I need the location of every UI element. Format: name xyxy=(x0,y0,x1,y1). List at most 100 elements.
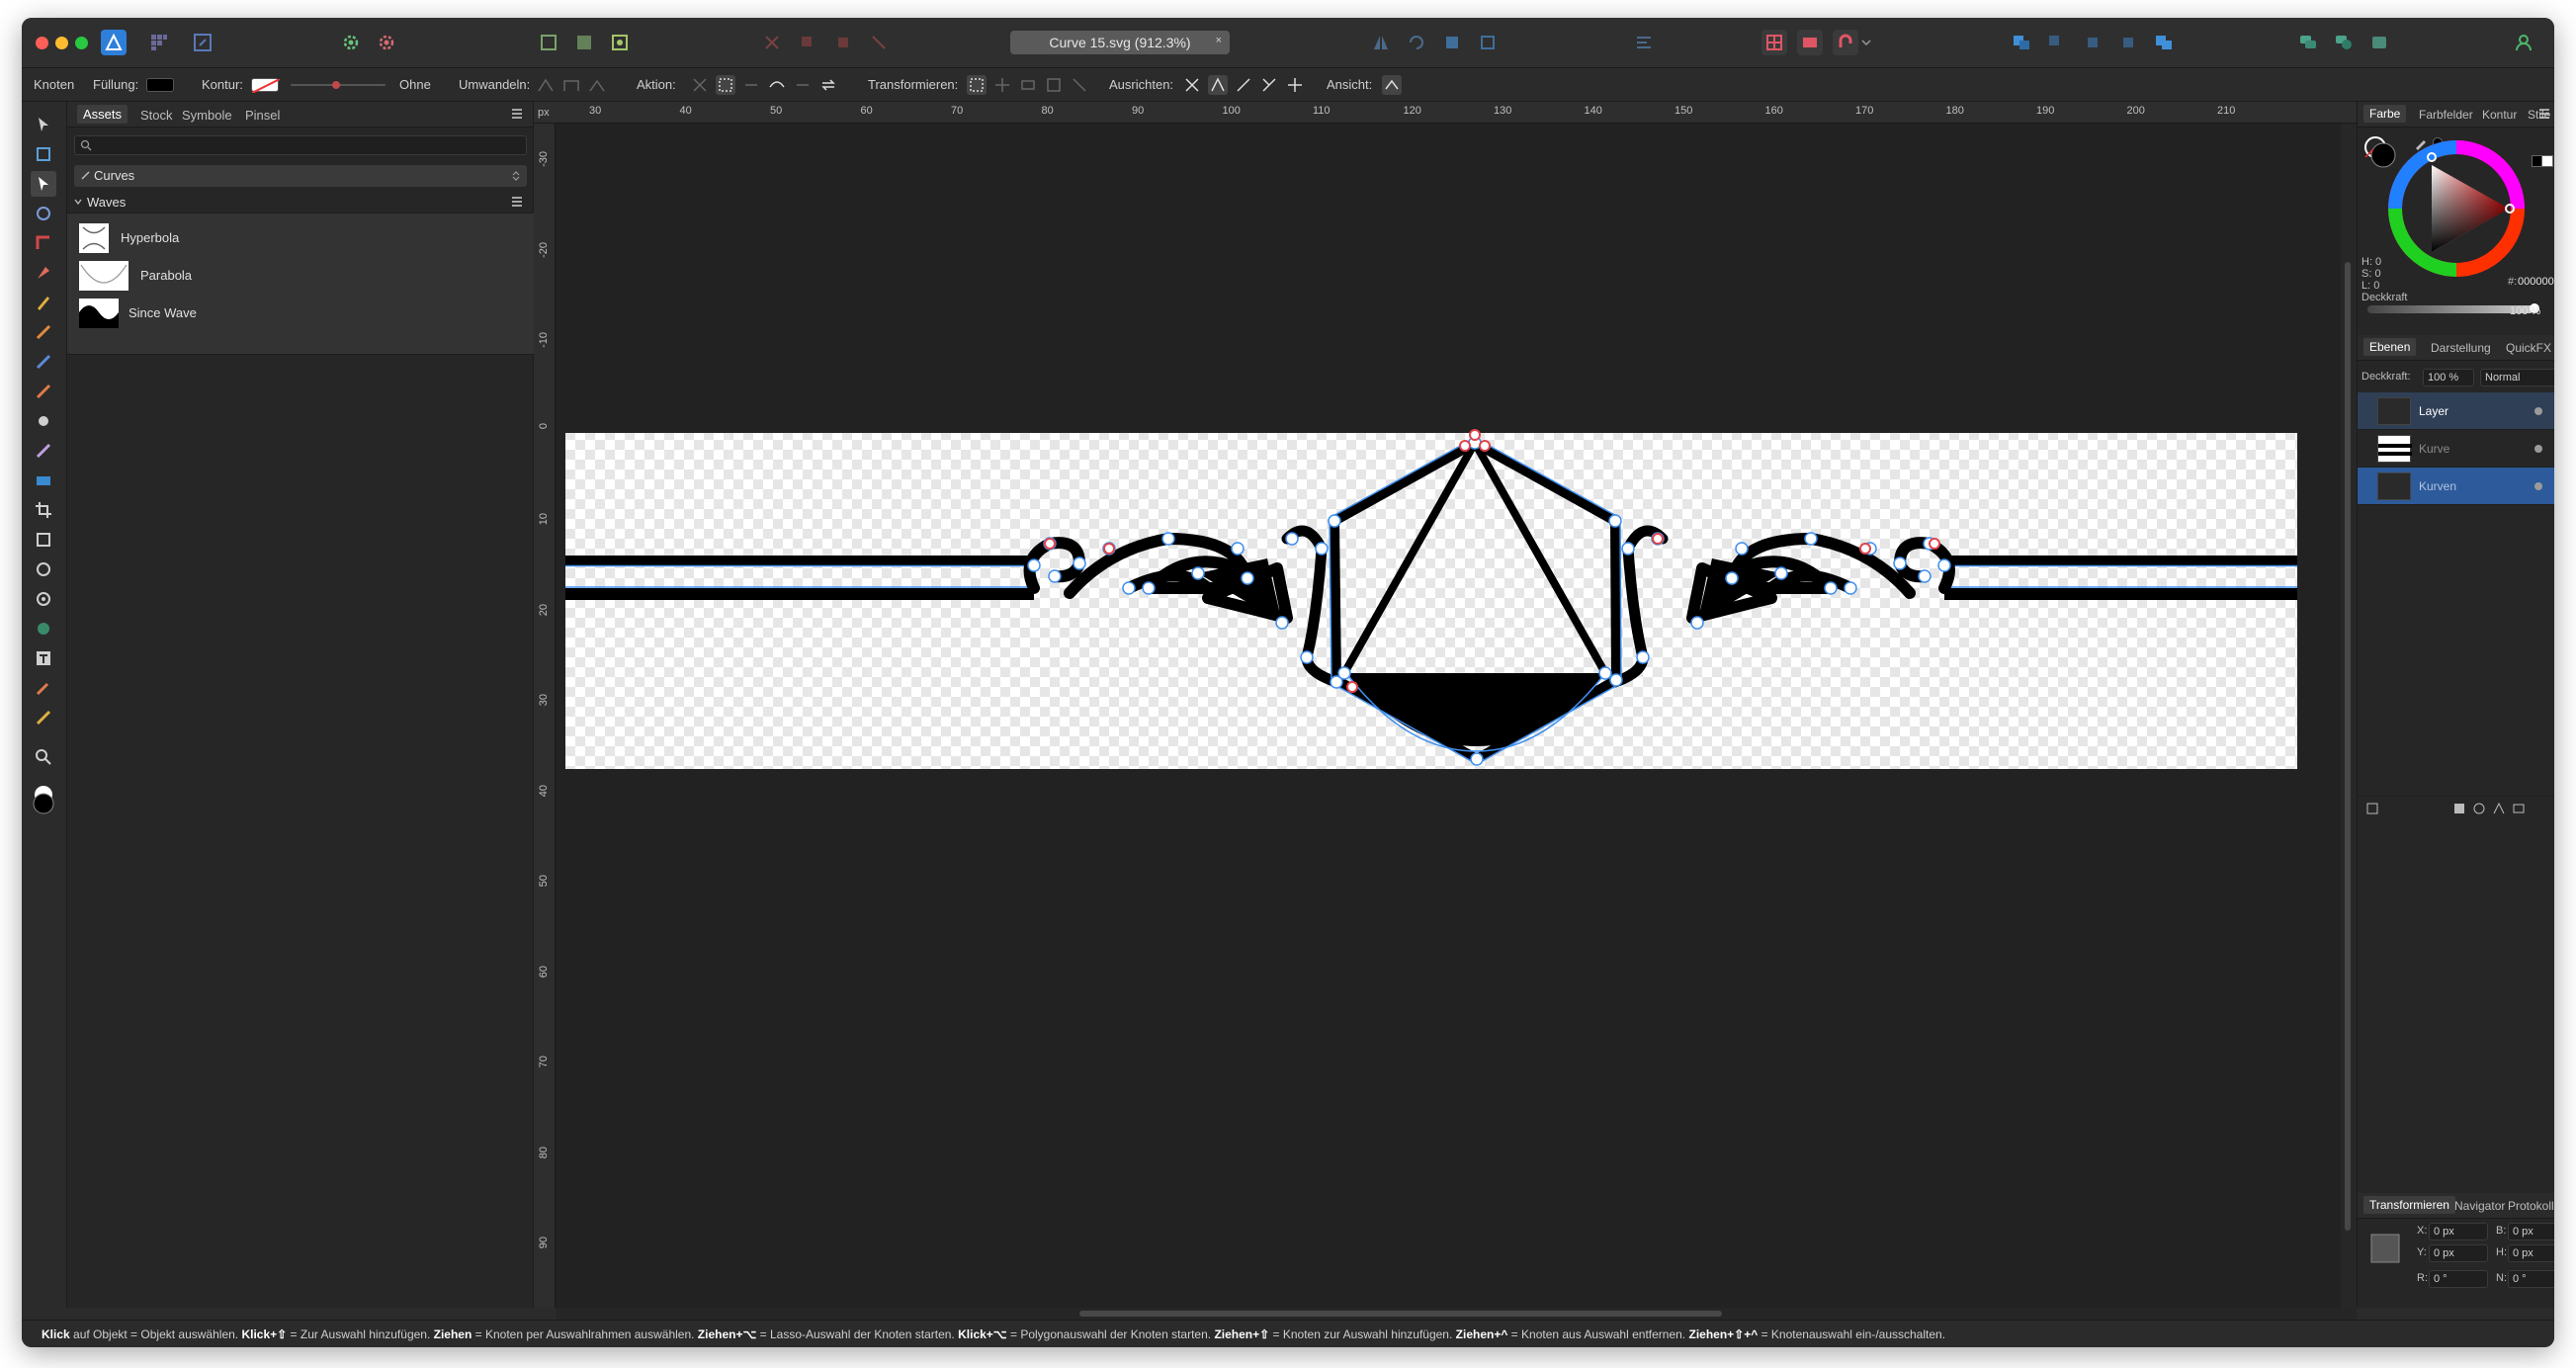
horizontal-scrollbar-thumb[interactable] xyxy=(1079,1311,1722,1317)
designer-persona-icon[interactable] xyxy=(101,30,127,55)
horizontal-scrollbar[interactable] xyxy=(556,1308,2357,1320)
snapping-menu-chevron-icon[interactable] xyxy=(1860,30,1872,55)
paint-brush-tool-icon[interactable] xyxy=(31,379,56,404)
smooth-curve-icon[interactable] xyxy=(741,75,761,95)
tab-quickfx[interactable]: QuickFX xyxy=(2506,341,2551,355)
selected-curve-node[interactable] xyxy=(1479,440,1491,452)
selected-curve-node[interactable] xyxy=(1652,533,1664,545)
assistant-chat-icon[interactable] xyxy=(2295,30,2321,55)
snapping-magnet-icon[interactable] xyxy=(1833,30,1858,55)
curve-node[interactable] xyxy=(1241,571,1254,585)
asset-group-header[interactable]: Waves xyxy=(67,191,533,213)
insert-below-icon[interactable] xyxy=(2080,30,2105,55)
measure-tool-icon[interactable] xyxy=(31,705,56,730)
move-tool-icon[interactable] xyxy=(31,112,56,137)
align-bezier-icon[interactable] xyxy=(1208,75,1228,95)
tab-stock[interactable]: Stock xyxy=(140,108,173,123)
layer-name[interactable]: Kurve xyxy=(2419,442,2449,456)
curve-node[interactable] xyxy=(1231,542,1245,556)
vertical-scrollbar[interactable] xyxy=(2341,124,2357,1308)
fx-preview-icon[interactable] xyxy=(2366,30,2392,55)
curve-node[interactable] xyxy=(1735,542,1749,556)
view-nodes-icon[interactable] xyxy=(1382,75,1402,95)
layer-visibility-toggle[interactable] xyxy=(2534,482,2542,490)
grid-icon[interactable] xyxy=(1761,30,1787,55)
point-transform-tool-icon[interactable] xyxy=(31,201,56,226)
layer-row[interactable]: Kurven xyxy=(2358,468,2554,505)
outline-mode-icon[interactable] xyxy=(571,30,597,55)
color-picker-tool-icon[interactable] xyxy=(31,675,56,701)
opacity-value[interactable]: 100 % xyxy=(2510,305,2540,317)
selected-curve-node[interactable] xyxy=(1859,543,1871,555)
vertical-scrollbar-thumb[interactable] xyxy=(2345,262,2351,1231)
color-panel-menu-icon[interactable] xyxy=(2538,108,2550,120)
convert-smart-icon[interactable] xyxy=(587,75,607,95)
pixel-persona-icon[interactable] xyxy=(146,30,172,55)
layer-visibility-toggle[interactable] xyxy=(2534,407,2542,415)
snapping-gear-icon[interactable] xyxy=(374,30,399,55)
fill-swatch[interactable] xyxy=(146,78,174,92)
selected-curve-node[interactable] xyxy=(1929,538,1940,550)
place-image-tool-icon[interactable] xyxy=(31,468,56,493)
tab-swatches[interactable]: Farbfelder xyxy=(2419,108,2473,122)
transform-origin-icon[interactable] xyxy=(992,75,1012,95)
asset-item-since-wave[interactable]: Since Wave xyxy=(67,295,534,332)
stroke-width-slider-thumb[interactable] xyxy=(332,81,340,89)
minimize-window-button[interactable] xyxy=(55,37,68,49)
transform-snap-icon[interactable] xyxy=(1070,75,1089,95)
insert-inside-icon[interactable] xyxy=(2009,30,2034,55)
fx-icon[interactable] xyxy=(2492,802,2506,815)
align-nodes-icon[interactable] xyxy=(1182,75,1202,95)
close-window-button[interactable] xyxy=(36,37,48,49)
color-wheel[interactable] xyxy=(2387,139,2526,278)
opacity-slider[interactable] xyxy=(2367,305,2533,313)
rotate-left-icon[interactable] xyxy=(1404,30,1429,55)
curve-node[interactable] xyxy=(1073,556,1086,570)
transparency-tool-icon[interactable] xyxy=(31,438,56,464)
selected-curve-node[interactable] xyxy=(1459,440,1471,452)
zoom-tool-icon[interactable] xyxy=(31,744,56,770)
curve-node[interactable] xyxy=(1027,558,1041,572)
group-menu-icon[interactable] xyxy=(511,196,523,208)
convert-sharp-icon[interactable] xyxy=(536,75,556,95)
document-canvas[interactable] xyxy=(556,124,2357,1308)
asset-item-hyperbola[interactable]: Hyperbola xyxy=(67,219,534,257)
crop-tool-icon[interactable] xyxy=(31,497,56,523)
tab-color[interactable]: Farbe xyxy=(2363,105,2407,123)
curve-node[interactable] xyxy=(1300,650,1314,664)
layer-row[interactable]: Layer xyxy=(2358,392,2554,430)
asset-search-input[interactable] xyxy=(74,135,527,155)
arrange-back-icon[interactable] xyxy=(1475,30,1501,55)
insert-above-icon[interactable] xyxy=(2044,30,2070,55)
pixel-tool-icon[interactable] xyxy=(31,408,56,434)
gear-shape-tool-icon[interactable] xyxy=(31,616,56,641)
view-mode-icon[interactable] xyxy=(536,30,561,55)
boolean-divide-icon[interactable] xyxy=(866,30,892,55)
selected-curve-node[interactable] xyxy=(1346,681,1358,693)
panel-menu-icon[interactable] xyxy=(511,108,523,120)
convert-smooth-icon[interactable] xyxy=(561,75,581,95)
layer-mask-icon[interactable] xyxy=(2365,802,2379,815)
tab-transform[interactable]: Transformieren xyxy=(2363,1196,2455,1214)
shear-field[interactable]: 0 ° xyxy=(2508,1270,2554,1288)
curve-node[interactable] xyxy=(1937,558,1951,572)
tab-appearance[interactable]: Darstellung xyxy=(2431,341,2491,355)
curve-node[interactable] xyxy=(1598,666,1612,680)
asset-item-parabola[interactable]: Parabola xyxy=(67,257,534,295)
break-curve-icon[interactable] xyxy=(690,75,710,95)
curve-node[interactable] xyxy=(1608,514,1622,528)
color-contrast-icon[interactable] xyxy=(2331,30,2357,55)
selected-curve-node[interactable] xyxy=(1103,543,1115,555)
tab-layers[interactable]: Ebenen xyxy=(2363,338,2417,356)
corner-tool-icon[interactable] xyxy=(31,230,56,256)
transform-mode-icon[interactable] xyxy=(967,75,987,95)
curve-node[interactable] xyxy=(1048,569,1062,583)
rectangle-tool-icon[interactable] xyxy=(31,527,56,553)
vertical-ruler[interactable]: -30-20-100102030405060708090100 xyxy=(534,124,556,1345)
fill-tool-icon[interactable] xyxy=(31,349,56,375)
user-account-icon[interactable] xyxy=(2511,30,2536,55)
scale-options-icon[interactable] xyxy=(2553,1296,2554,1310)
join-curves-icon[interactable] xyxy=(767,75,787,95)
boolean-intersect-icon[interactable] xyxy=(830,30,856,55)
flip-horizontal-icon[interactable] xyxy=(1368,30,1394,55)
